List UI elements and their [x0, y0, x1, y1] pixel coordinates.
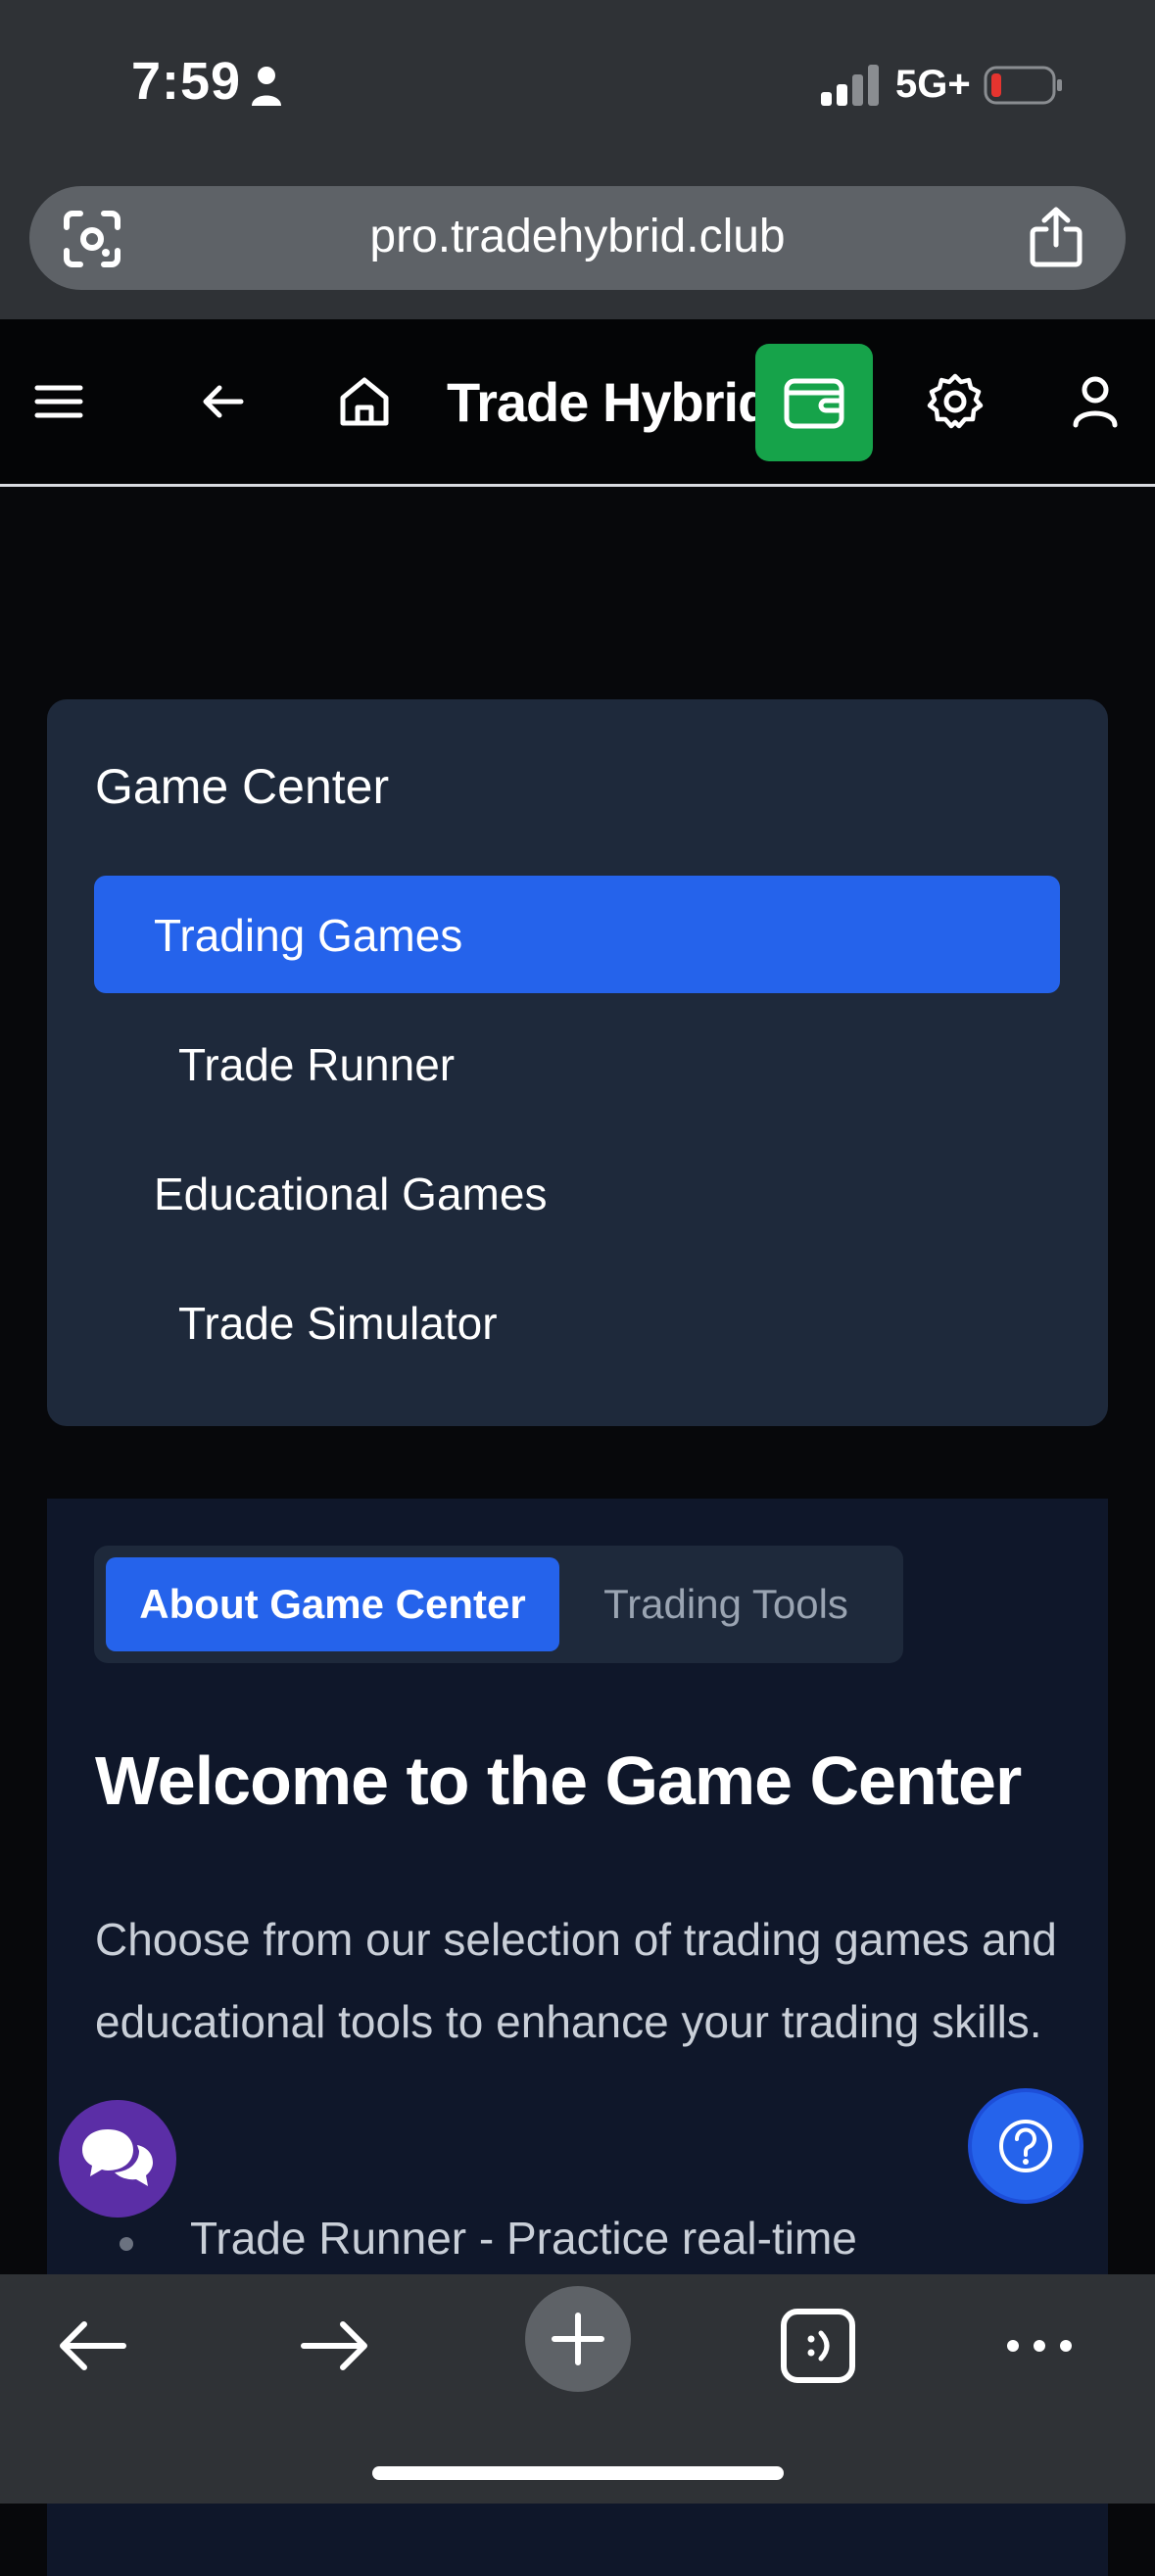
new-tab-button[interactable]	[525, 2286, 631, 2392]
user-profile-icon[interactable]	[1062, 368, 1129, 435]
plus-icon	[552, 2313, 604, 2365]
app-title: Trade Hybrid	[447, 371, 771, 433]
share-icon[interactable]	[1029, 206, 1083, 268]
nav-item-label: Trading Games	[154, 910, 463, 961]
menu-icon[interactable]	[25, 368, 92, 435]
home-indicator	[372, 2466, 784, 2480]
signal-icon	[821, 65, 879, 106]
browser-back-icon[interactable]	[49, 2302, 137, 2390]
battery-icon	[984, 66, 1062, 105]
settings-gear-icon[interactable]	[922, 368, 988, 435]
help-button[interactable]	[968, 2088, 1083, 2204]
network-type: 5G+	[895, 63, 971, 106]
chat-bubbles-icon	[82, 2129, 153, 2186]
welcome-heading: Welcome to the Game Center	[95, 1742, 1022, 1819]
tab-about-game-center[interactable]: About Game Center	[106, 1557, 559, 1651]
chat-button[interactable]	[59, 2100, 176, 2218]
nav-item-trade-simulator[interactable]: Trade Simulator	[178, 1297, 498, 1350]
status-time: 7:59	[131, 52, 242, 111]
home-icon[interactable]	[331, 368, 398, 435]
game-center-title: Game Center	[95, 759, 390, 814]
nav-item-trading-games[interactable]: Trading Games	[94, 876, 1060, 993]
welcome-paragraph: Choose from our selection of trading gam…	[95, 1914, 1057, 2047]
wallet-icon	[784, 378, 844, 429]
bullet-dot	[120, 2237, 133, 2251]
bullet-item: Trade Runner - Practice real-time	[190, 2213, 857, 2264]
person-icon	[252, 67, 281, 106]
question-mark-icon	[999, 2120, 1052, 2172]
nav-item-educational-games[interactable]: Educational Games	[154, 1168, 547, 1220]
nav-item-trade-runner[interactable]: Trade Runner	[178, 1038, 455, 1091]
tabs-switcher-icon[interactable]	[774, 2302, 862, 2390]
wallet-button[interactable]	[755, 344, 873, 461]
url-text[interactable]: pro.tradehybrid.club	[0, 210, 1155, 263]
more-options-icon[interactable]	[995, 2302, 1083, 2390]
back-arrow-icon[interactable]	[190, 368, 257, 435]
browser-forward-icon[interactable]	[290, 2302, 378, 2390]
tab-trading-tools[interactable]: Trading Tools	[564, 1557, 888, 1651]
